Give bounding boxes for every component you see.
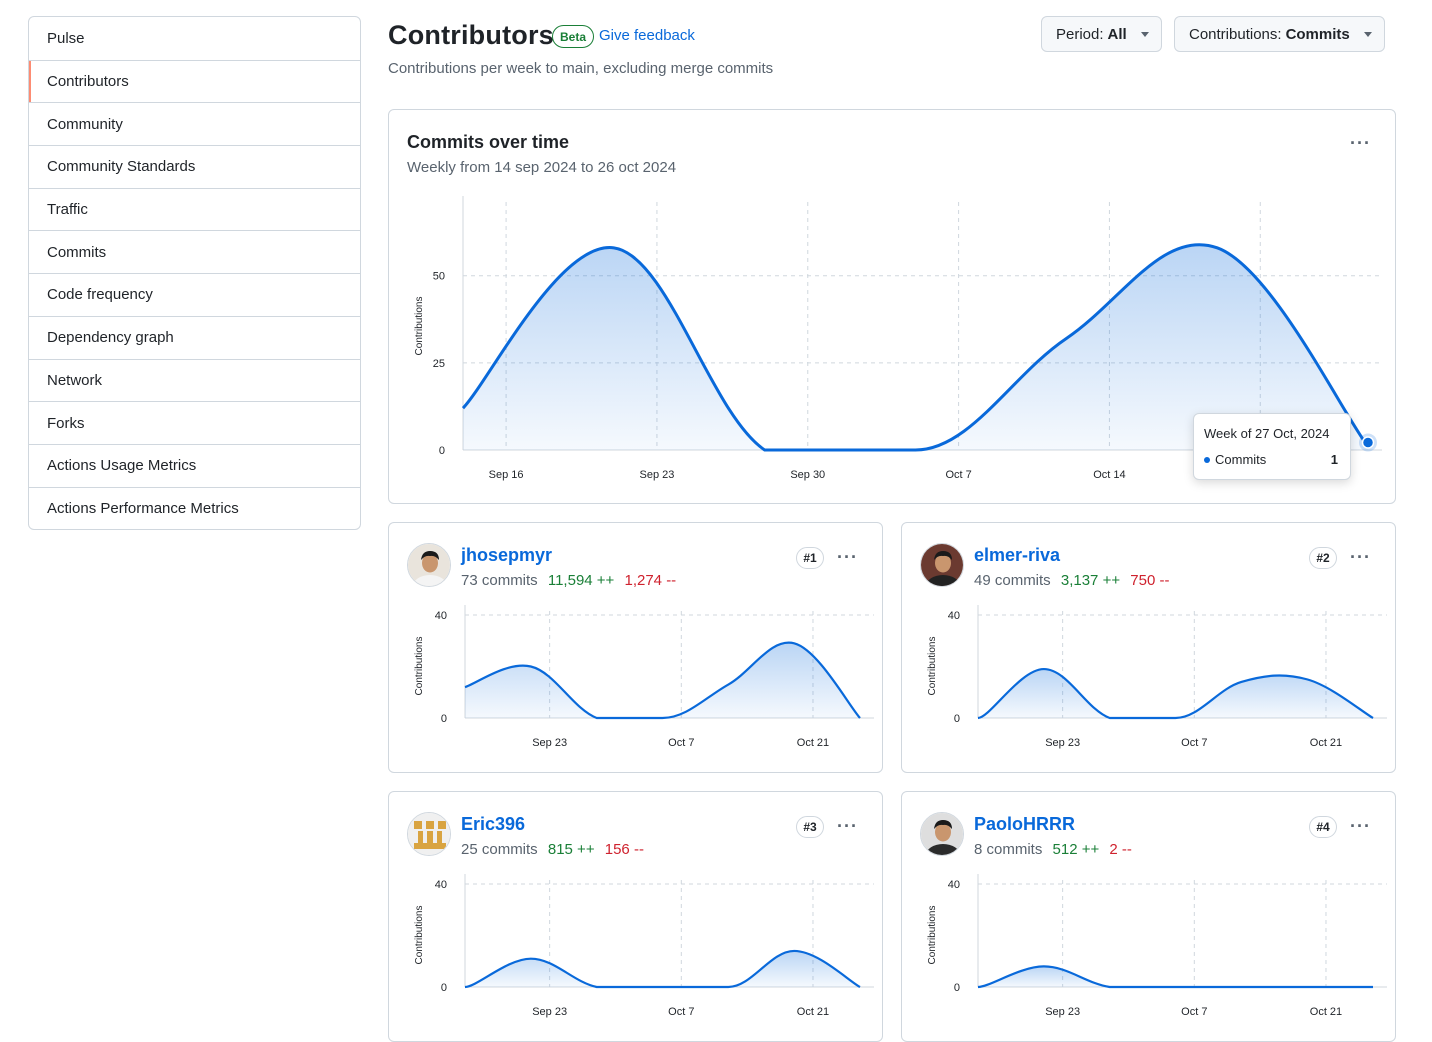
- contributor-card: elmer-riva 49 commits 3,137 ++ 750 -- #2…: [901, 522, 1396, 773]
- x-tick-label: Oct 7: [1181, 737, 1207, 749]
- tooltip-title: Week of 27 Oct, 2024: [1204, 426, 1330, 441]
- y-tick-label: 25: [433, 358, 445, 370]
- y-tick-label: 40: [948, 610, 960, 622]
- contributor-chart: 0 40 Sep 23 Oct 7 Oct 21 Contributions: [902, 523, 1395, 772]
- sidebar-item-label: Pulse: [47, 30, 85, 47]
- y-tick-label: 0: [439, 445, 445, 457]
- x-tick-label: Oct 7: [668, 737, 694, 749]
- sidebar-item-label: Traffic: [47, 201, 88, 218]
- x-tick-label: Oct 21: [1310, 737, 1342, 749]
- y-axis-title: Contributions: [414, 906, 425, 965]
- contributor-chart: 0 40 Sep 23 Oct 7 Oct 21 Contributions: [389, 792, 882, 1041]
- contributor-card: Eric396 25 commits 815 ++ 156 -- #3 ··· …: [388, 791, 883, 1042]
- x-tick-label: Oct 21: [797, 1006, 829, 1018]
- sidebar-item-code-frequency[interactable]: Code frequency: [29, 273, 360, 316]
- x-tick-label: Sep 23: [532, 737, 567, 749]
- x-tick-label: Sep 23: [532, 1006, 567, 1018]
- x-tick-label: Sep 23: [639, 469, 674, 481]
- sidebar-item-contributors[interactable]: Contributors: [29, 60, 360, 103]
- highlight-point: [1363, 437, 1374, 448]
- x-tick-label: Oct 21: [797, 737, 829, 749]
- tooltip-series: Commits: [1215, 452, 1266, 467]
- sidebar-item-network[interactable]: Network: [29, 359, 360, 402]
- sidebar-item-commits[interactable]: Commits: [29, 230, 360, 273]
- x-tick-label: Oct 7: [945, 469, 971, 481]
- y-tick-label: 0: [441, 982, 447, 994]
- y-axis-title: Contributions: [414, 297, 425, 356]
- sidebar-item-label: Forks: [47, 415, 85, 432]
- y-tick-label: 40: [435, 879, 447, 891]
- give-feedback-link[interactable]: Give feedback: [599, 27, 695, 44]
- y-tick-label: 0: [954, 982, 960, 994]
- sidebar-item-label: Commits: [47, 244, 106, 261]
- sidebar-item-pulse[interactable]: Pulse: [29, 17, 360, 60]
- contributions-dropdown[interactable]: Contributions: Commits: [1174, 16, 1385, 52]
- contributor-card: PaoloHRRR 8 commits 512 ++ 2 -- #4 ··· 0…: [901, 791, 1396, 1042]
- series-area: [465, 643, 860, 718]
- sidebar-item-community[interactable]: Community: [29, 102, 360, 145]
- x-tick-label: Sep 23: [1045, 737, 1080, 749]
- contributor-chart: 0 40 Sep 23 Oct 7 Oct 21 Contributions: [389, 523, 882, 772]
- series-area: [465, 951, 860, 987]
- period-dropdown[interactable]: Period: All: [1041, 16, 1162, 52]
- y-tick-label: 40: [948, 879, 960, 891]
- x-tick-label: Oct 21: [1310, 1006, 1342, 1018]
- chart-tooltip: Week of 27 Oct, 2024 Commits 1: [1193, 413, 1351, 480]
- y-axis-title: Contributions: [927, 906, 938, 965]
- contributor-chart: 0 40 Sep 23 Oct 7 Oct 21 Contributions: [902, 792, 1395, 1041]
- sidebar-item-label: Community: [47, 116, 123, 133]
- chevron-down-icon: [1364, 32, 1372, 37]
- sidebar-item-label: Network: [47, 372, 102, 389]
- sidebar-item-label: Dependency graph: [47, 329, 174, 346]
- y-axis-title: Contributions: [927, 637, 938, 696]
- sidebar-item-label: Contributors: [47, 73, 129, 90]
- beta-badge: Beta: [552, 25, 594, 48]
- y-axis-title: Contributions: [414, 637, 425, 696]
- sidebar-item-forks[interactable]: Forks: [29, 401, 360, 444]
- tooltip-value: 1: [1331, 452, 1338, 467]
- sidebar-item-traffic[interactable]: Traffic: [29, 188, 360, 231]
- y-tick-label: 50: [433, 271, 445, 283]
- page-title: Contributors: [388, 20, 554, 51]
- sidebar-item-label: Code frequency: [47, 286, 153, 303]
- sidebar-item-label: Community Standards: [47, 158, 195, 175]
- contributions-value: Commits: [1286, 26, 1350, 43]
- tooltip-row: Commits 1: [1204, 452, 1338, 467]
- sidebar-item-label: Actions Usage Metrics: [47, 457, 196, 474]
- sidebar-item-actions-usage-metrics[interactable]: Actions Usage Metrics: [29, 444, 360, 487]
- x-tick-label: Sep 16: [489, 469, 524, 481]
- sidebar-item-actions-performance-metrics[interactable]: Actions Performance Metrics: [29, 487, 360, 530]
- x-tick-label: Oct 7: [668, 1006, 694, 1018]
- x-tick-label: Oct 14: [1093, 469, 1125, 481]
- series-area: [978, 966, 1373, 987]
- insights-sidebar: Pulse Contributors Community Community Stan…: [28, 16, 361, 530]
- period-value: All: [1108, 26, 1127, 43]
- sidebar-item-community-standards[interactable]: Community Standards: [29, 145, 360, 188]
- sidebar-item-dependency-graph[interactable]: Dependency graph: [29, 316, 360, 359]
- x-tick-label: Oct 7: [1181, 1006, 1207, 1018]
- series-area: [978, 669, 1373, 718]
- x-tick-label: Sep 30: [790, 469, 825, 481]
- period-label: Period:: [1056, 26, 1104, 43]
- y-tick-label: 0: [954, 713, 960, 725]
- contributor-card: jhosepmyr 73 commits 11,594 ++ 1,274 -- …: [388, 522, 883, 773]
- y-tick-label: 0: [441, 713, 447, 725]
- y-tick-label: 40: [435, 610, 447, 622]
- sidebar-item-label: Actions Performance Metrics: [47, 500, 239, 517]
- chevron-down-icon: [1141, 32, 1149, 37]
- series-dot-icon: [1204, 457, 1210, 463]
- page-subtitle: Contributions per week to main, excludin…: [388, 60, 773, 77]
- contributions-label: Contributions:: [1189, 26, 1282, 43]
- x-tick-label: Sep 23: [1045, 1006, 1080, 1018]
